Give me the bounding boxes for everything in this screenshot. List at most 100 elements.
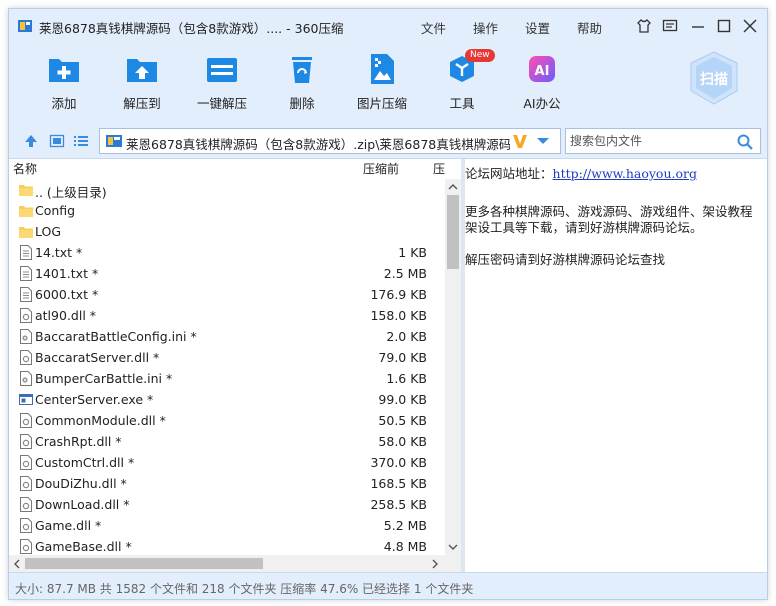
text-file-icon: [20, 287, 32, 302]
file-size: 1 KB: [398, 245, 427, 260]
file-size: 158.0 KB: [370, 308, 427, 323]
file-row[interactable]: CenterServer.exe * 99.0 KB: [9, 389, 445, 410]
file-size: 50.5 KB: [378, 413, 427, 428]
scroll-up-icon[interactable]: [448, 183, 458, 191]
file-row[interactable]: atl90.dll * 158.0 KB: [9, 305, 445, 326]
tools-button[interactable]: 工具 New: [423, 49, 501, 119]
dll-file-icon: [20, 539, 32, 554]
ini-file-icon: [20, 329, 32, 344]
file-size: 58.0 KB: [378, 434, 427, 449]
extract-to-button[interactable]: 解压到: [103, 49, 181, 119]
file-row[interactable]: 6000.txt * 176.9 KB: [9, 284, 445, 305]
list-view-icon[interactable]: [73, 134, 89, 148]
vip-icon[interactable]: [512, 132, 528, 150]
delete-icon: [292, 57, 312, 83]
file-name: BumperCarBattle.ini *: [35, 371, 173, 386]
file-name: CrashRpt.dll *: [35, 434, 122, 449]
forum-label: 论坛网站地址：: [465, 166, 553, 181]
folder-icon: [19, 206, 33, 217]
file-name: LOG: [35, 224, 62, 239]
file-row[interactable]: DownLoad.dll * 258.5 KB: [9, 494, 445, 515]
file-name: CommonModule.dll *: [35, 413, 166, 428]
file-row[interactable]: CustomCtrl.dll * 370.0 KB: [9, 452, 445, 473]
zip-file-icon: [106, 135, 122, 147]
up-arrow-icon[interactable]: [23, 134, 39, 148]
search-box: [565, 128, 761, 154]
file-row[interactable]: .. (上级目录): [9, 179, 445, 200]
scroll-down-icon[interactable]: [448, 543, 458, 551]
vertical-scroll-thumb[interactable]: [447, 195, 459, 269]
file-row[interactable]: 14.txt * 1 KB: [9, 242, 445, 263]
column-ratio[interactable]: 压: [433, 159, 445, 179]
one-click-extract-button[interactable]: 一键解压: [183, 49, 261, 119]
menu-file[interactable]: 文件: [421, 18, 446, 37]
close-icon[interactable]: [741, 17, 759, 35]
file-row[interactable]: Game.dll * 5.2 MB: [9, 515, 445, 536]
comment-pane: 论坛网站地址：http://www.haoyou.org 更多各种棋牌源码、游戏…: [465, 159, 767, 572]
address-bar: 莱恩6878真钱棋牌源码（包含8款游戏）.zip\莱恩6878真钱棋牌源码（包: [9, 123, 767, 159]
delete-label: 删除: [289, 96, 315, 111]
feedback-icon[interactable]: [661, 17, 679, 35]
forum-line: 论坛网站地址：http://www.haoyou.org: [465, 163, 697, 182]
file-name: Game.dll *: [35, 518, 102, 533]
file-row[interactable]: GameBase.dll * 4.8 MB: [9, 536, 445, 555]
forum-link[interactable]: http://www.haoyou.org: [553, 166, 697, 181]
menu-settings[interactable]: 设置: [525, 18, 550, 37]
chevron-down-icon[interactable]: [536, 136, 550, 146]
search-input[interactable]: [570, 132, 730, 150]
skin-icon[interactable]: [635, 17, 653, 35]
file-row[interactable]: Config: [9, 200, 445, 221]
minimize-icon[interactable]: [689, 17, 707, 35]
folder-icon: [19, 185, 33, 196]
file-name: CenterServer.exe *: [35, 392, 154, 407]
horizontal-scroll-thumb[interactable]: [25, 558, 263, 569]
status-bar: 大小: 87.7 MB 共 1582 个文件和 218 个文件夹 压缩率 47.…: [9, 572, 767, 599]
dll-file-icon: [20, 455, 32, 470]
file-name: DouDiZhu.dll *: [35, 476, 127, 491]
vertical-scrollbar[interactable]: [445, 179, 461, 555]
menu-help[interactable]: 帮助: [577, 18, 602, 37]
extract-to-label: 解压到: [123, 96, 161, 111]
one-click-extract-icon: [207, 58, 237, 82]
file-name: CustomCtrl.dll *: [35, 455, 135, 470]
search-icon[interactable]: [736, 133, 754, 151]
new-badge: New: [465, 49, 495, 62]
file-row[interactable]: BaccaratServer.dll * 79.0 KB: [9, 347, 445, 368]
file-row[interactable]: CommonModule.dll * 50.5 KB: [9, 410, 445, 431]
file-name: 14.txt *: [35, 245, 83, 260]
scan-button[interactable]: 扫描: [685, 49, 743, 107]
file-row[interactable]: DouDiZhu.dll * 168.5 KB: [9, 473, 445, 494]
file-size: 176.9 KB: [370, 287, 427, 302]
window-title: 莱恩6878真钱棋牌源码（包含8款游戏）.... - 360压缩: [39, 21, 344, 36]
delete-button[interactable]: 删除: [263, 49, 341, 119]
add-label: 添加: [51, 96, 77, 111]
file-row[interactable]: CrashRpt.dll * 58.0 KB: [9, 431, 445, 452]
tools-label: 工具: [449, 96, 475, 111]
file-name: .. (上级目录): [35, 185, 107, 200]
column-size-before[interactable]: 压缩前: [363, 159, 399, 179]
image-compress-button[interactable]: 图片压缩: [343, 49, 421, 119]
file-row[interactable]: LOG: [9, 221, 445, 242]
dll-file-icon: [20, 434, 32, 449]
horizontal-scrollbar[interactable]: [9, 555, 461, 572]
ai-office-button[interactable]: AI AI办公: [503, 49, 581, 119]
ai-office-label: AI办公: [523, 96, 561, 111]
path-field[interactable]: 莱恩6878真钱棋牌源码（包含8款游戏）.zip\莱恩6878真钱棋牌源码（包: [99, 128, 561, 154]
add-button[interactable]: 添加: [25, 49, 103, 119]
scroll-left-icon[interactable]: [13, 559, 21, 569]
file-row[interactable]: BaccaratBattleConfig.ini * 2.0 KB: [9, 326, 445, 347]
menu-operation[interactable]: 操作: [473, 18, 498, 37]
path-text: 莱恩6878真钱棋牌源码（包含8款游戏）.zip\莱恩6878真钱棋牌源码（包: [126, 137, 510, 152]
file-name: BaccaratServer.dll *: [35, 350, 160, 365]
file-size: 1.6 KB: [386, 371, 427, 386]
image-compress-icon: [371, 54, 394, 84]
file-row[interactable]: 1401.txt * 2.5 MB: [9, 263, 445, 284]
file-row[interactable]: BumperCarBattle.ini * 1.6 KB: [9, 368, 445, 389]
file-size: 168.5 KB: [370, 476, 427, 491]
column-name[interactable]: 名称: [13, 159, 37, 179]
thumbnail-view-icon[interactable]: [49, 134, 65, 148]
scroll-right-icon[interactable]: [431, 559, 439, 569]
maximize-icon[interactable]: [715, 17, 733, 35]
file-name: Config: [35, 203, 76, 218]
file-size: 2.5 MB: [383, 266, 427, 281]
